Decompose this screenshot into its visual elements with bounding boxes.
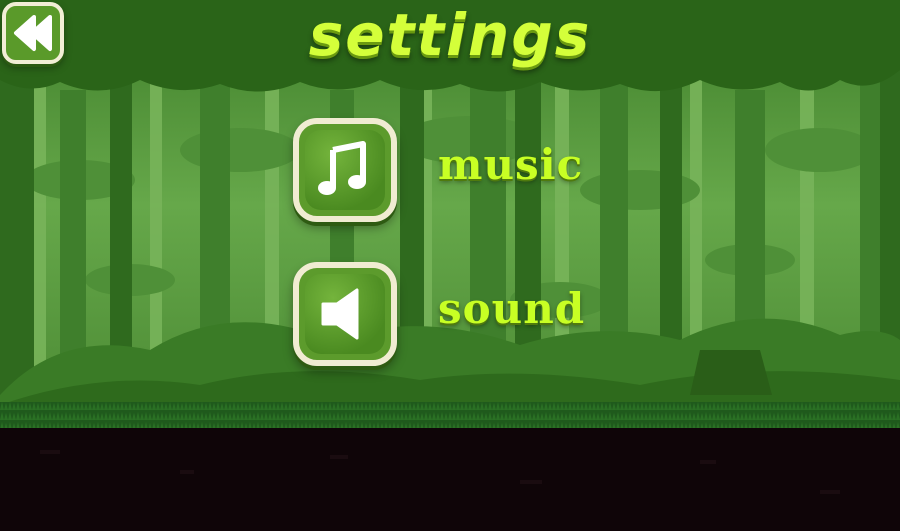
back-button[interactable] [2,2,64,64]
music-toggle-button[interactable] [293,118,397,222]
music-label: music [438,140,584,189]
rewind-icon [14,15,52,51]
music-note-icon [318,141,366,195]
page-title: settings [308,1,592,69]
sound-label: sound [438,284,586,333]
sound-toggle-button[interactable] [293,262,397,366]
speaker-icon [321,288,359,340]
forest-background [0,0,900,531]
